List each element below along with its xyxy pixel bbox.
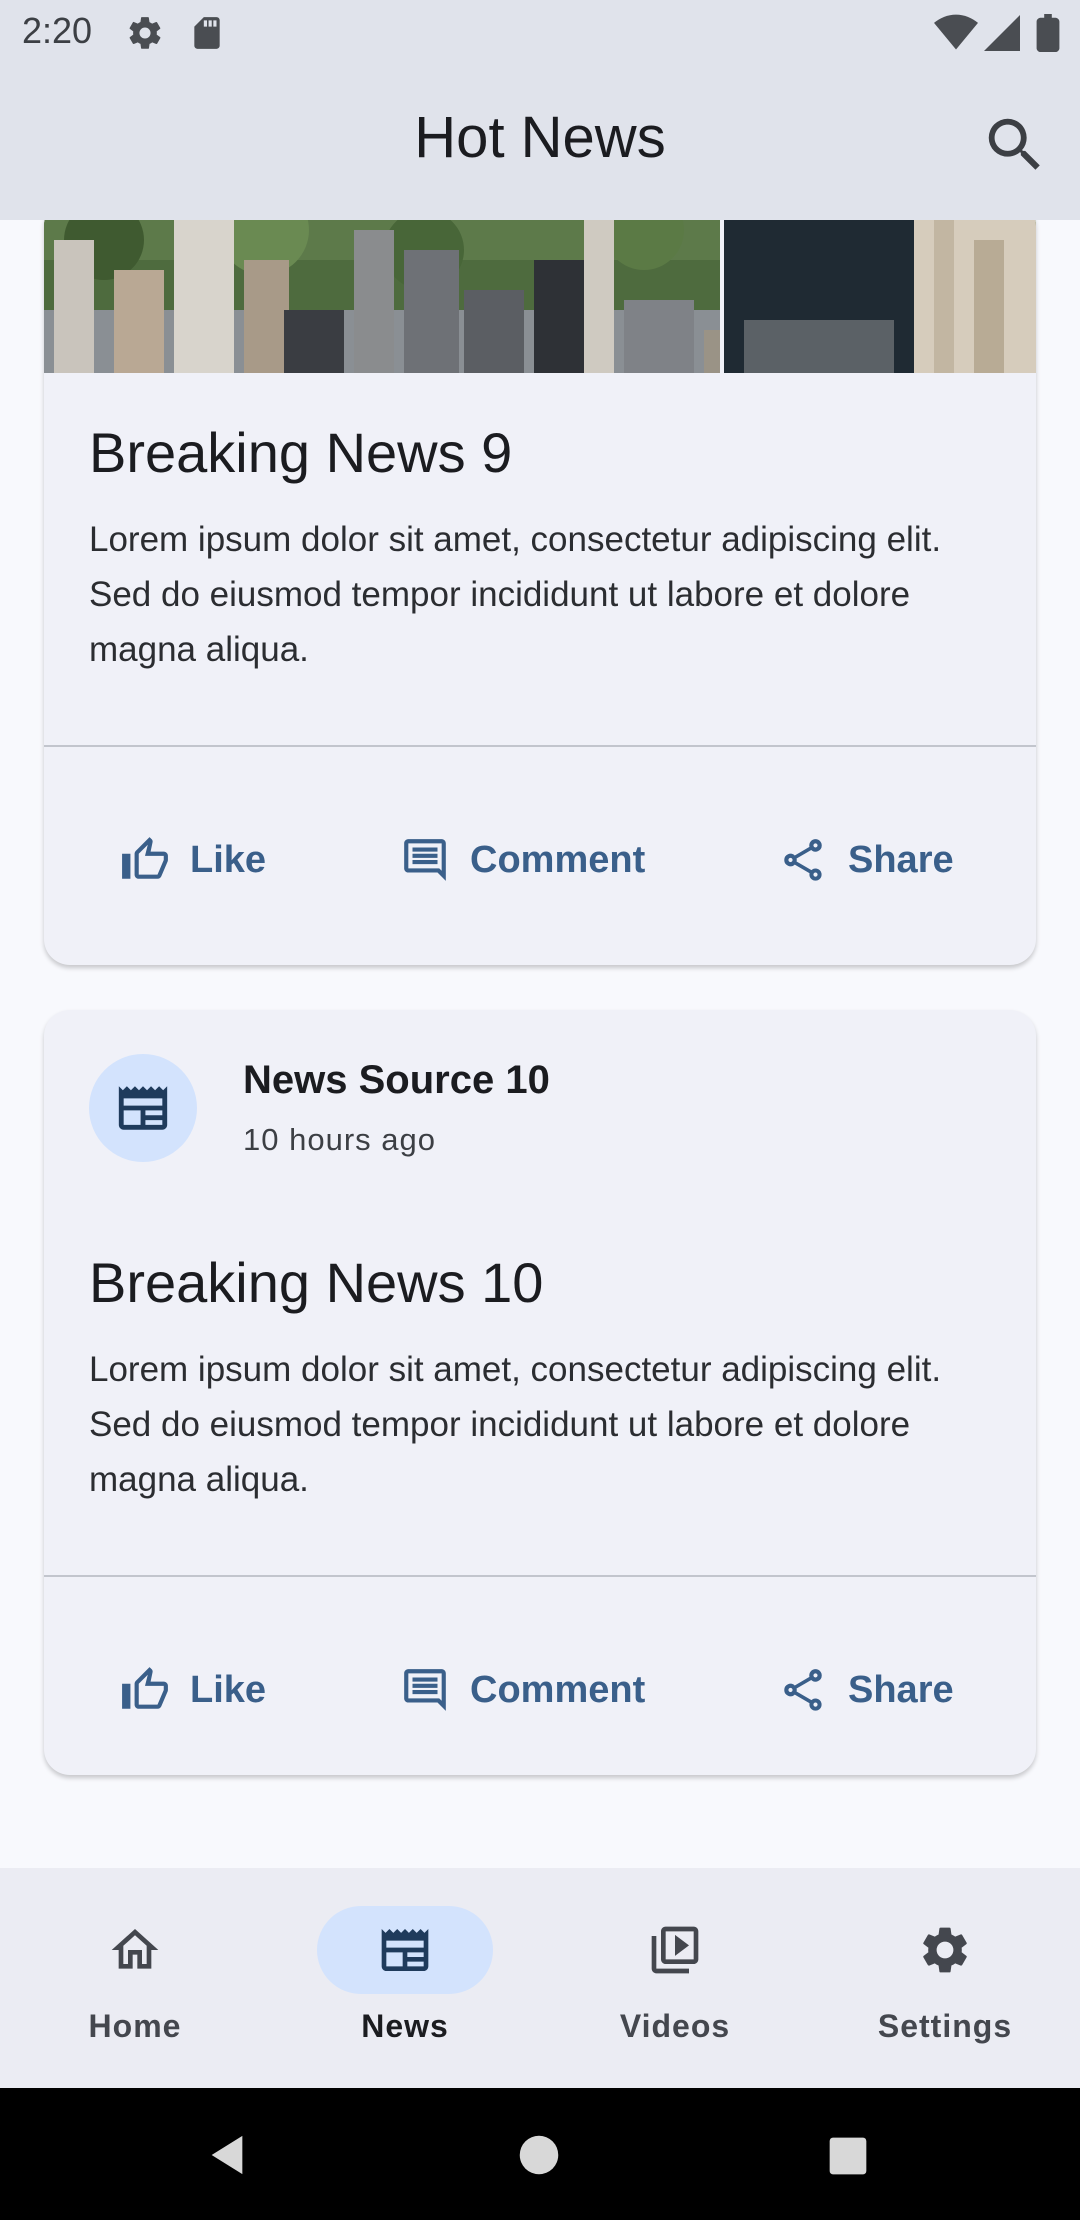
share-icon bbox=[784, 1669, 822, 1711]
thumb-up-icon bbox=[122, 1667, 168, 1709]
like-label: Like bbox=[190, 838, 267, 881]
comment-icon bbox=[404, 1669, 446, 1711]
signal-icon bbox=[984, 14, 1020, 57]
thumb-up-icon bbox=[122, 837, 168, 879]
card-divider bbox=[44, 1575, 1036, 1577]
news-summary: Lorem ipsum dolor sit amet, consectetur … bbox=[89, 520, 942, 669]
news-headline[interactable]: Breaking News 10 bbox=[89, 1250, 543, 1315]
news-summary: Lorem ipsum dolor sit amet, consectetur … bbox=[89, 1350, 942, 1499]
newspaper-icon bbox=[381, 1929, 429, 1971]
gear-icon bbox=[923, 1927, 967, 1973]
news-image bbox=[44, 220, 1036, 373]
nav-label-news: News bbox=[361, 2008, 449, 2044]
nav-label-videos: Videos bbox=[619, 2008, 731, 2044]
status-bar: 2:20 bbox=[0, 0, 1080, 66]
news-feed[interactable]: Breaking News 9 Lorem ipsum dolor sit am… bbox=[0, 220, 1080, 1868]
like-label: Like bbox=[190, 1668, 267, 1711]
like-button[interactable]: Like bbox=[120, 1665, 266, 1715]
comment-button[interactable]: Comment bbox=[400, 835, 645, 885]
comment-icon bbox=[404, 839, 446, 881]
app-title: Hot News bbox=[414, 105, 666, 170]
battery-icon bbox=[1036, 14, 1060, 57]
comment-label: Comment bbox=[470, 838, 646, 881]
settings-icon bbox=[126, 14, 164, 57]
news-headline[interactable]: Breaking News 9 bbox=[89, 420, 512, 485]
top-app-bar: Hot News bbox=[0, 66, 1080, 220]
share-label: Share bbox=[848, 838, 954, 881]
wifi-icon bbox=[934, 14, 978, 57]
system-navigation-bar bbox=[0, 2088, 1080, 2220]
search-icon bbox=[988, 118, 1040, 170]
news-card[interactable]: Breaking News 9 Lorem ipsum dolor sit am… bbox=[44, 220, 1036, 965]
sd-card-icon bbox=[190, 14, 224, 57]
nav-label-home: Home bbox=[88, 2008, 182, 2044]
share-icon bbox=[784, 839, 822, 881]
nav-label-settings: Settings bbox=[877, 2008, 1013, 2044]
status-time: 2:20 bbox=[22, 10, 93, 51]
nav-item-news[interactable]: News bbox=[270, 1868, 540, 2088]
bottom-navigation: Home News Videos Settings bbox=[0, 1868, 1080, 2088]
nav-item-settings[interactable]: Settings bbox=[810, 1868, 1080, 2088]
source-avatar bbox=[89, 1054, 197, 1162]
share-button[interactable]: Share bbox=[778, 835, 954, 885]
nav-item-videos[interactable]: Videos bbox=[540, 1868, 810, 2088]
nav-indicator bbox=[47, 1906, 223, 1994]
nav-indicator-active bbox=[317, 1906, 493, 1994]
home-icon bbox=[111, 1929, 159, 1969]
card-divider bbox=[44, 745, 1036, 747]
comment-button[interactable]: Comment bbox=[400, 1665, 645, 1715]
post-time: 10 hours ago bbox=[243, 1122, 436, 1157]
nav-indicator bbox=[587, 1906, 763, 1994]
like-button[interactable]: Like bbox=[120, 835, 266, 885]
source-name: News Source 10 bbox=[243, 1058, 550, 1102]
comment-label: Comment bbox=[470, 1668, 646, 1711]
back-icon[interactable] bbox=[204, 2132, 250, 2178]
home-circle-icon[interactable] bbox=[518, 2134, 560, 2176]
newspaper-icon bbox=[118, 1086, 168, 1130]
search-button[interactable] bbox=[980, 110, 1050, 180]
video-library-icon bbox=[651, 1926, 699, 1974]
news-card[interactable]: News Source 10 10 hours ago Breaking New… bbox=[44, 1010, 1036, 1775]
share-button[interactable]: Share bbox=[778, 1665, 954, 1715]
nav-indicator bbox=[857, 1906, 1033, 1994]
share-label: Share bbox=[848, 1668, 954, 1711]
recents-icon[interactable] bbox=[828, 2136, 868, 2176]
nav-item-home[interactable]: Home bbox=[0, 1868, 270, 2088]
